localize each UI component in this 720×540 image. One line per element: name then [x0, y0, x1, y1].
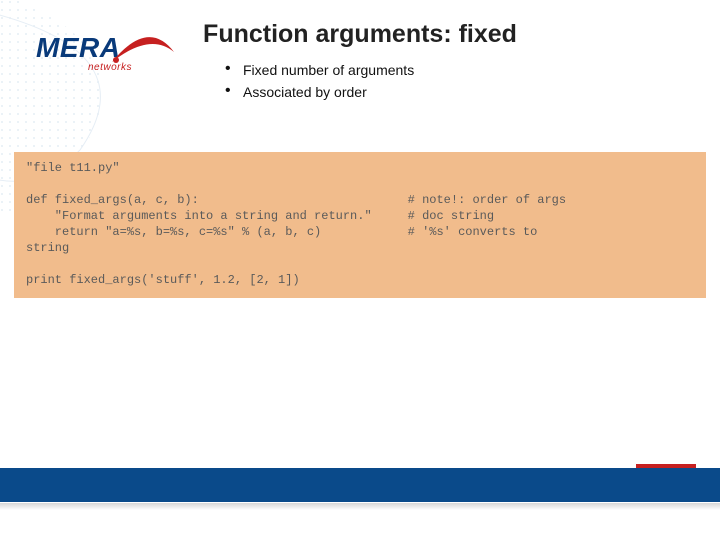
code-block: "file t11.py" def fixed_args(a, c, b): #… [14, 152, 706, 298]
list-item: Associated by order [225, 84, 414, 100]
list-item: Fixed number of arguments [225, 62, 414, 78]
footer-accent-bar [636, 464, 696, 468]
bullet-list: Fixed number of arguments Associated by … [225, 62, 414, 106]
footer-bar [0, 468, 720, 502]
slide-title: Function arguments: fixed [0, 20, 720, 49]
footer-shadow [0, 503, 720, 510]
logo-subtext: networks [88, 62, 132, 73]
